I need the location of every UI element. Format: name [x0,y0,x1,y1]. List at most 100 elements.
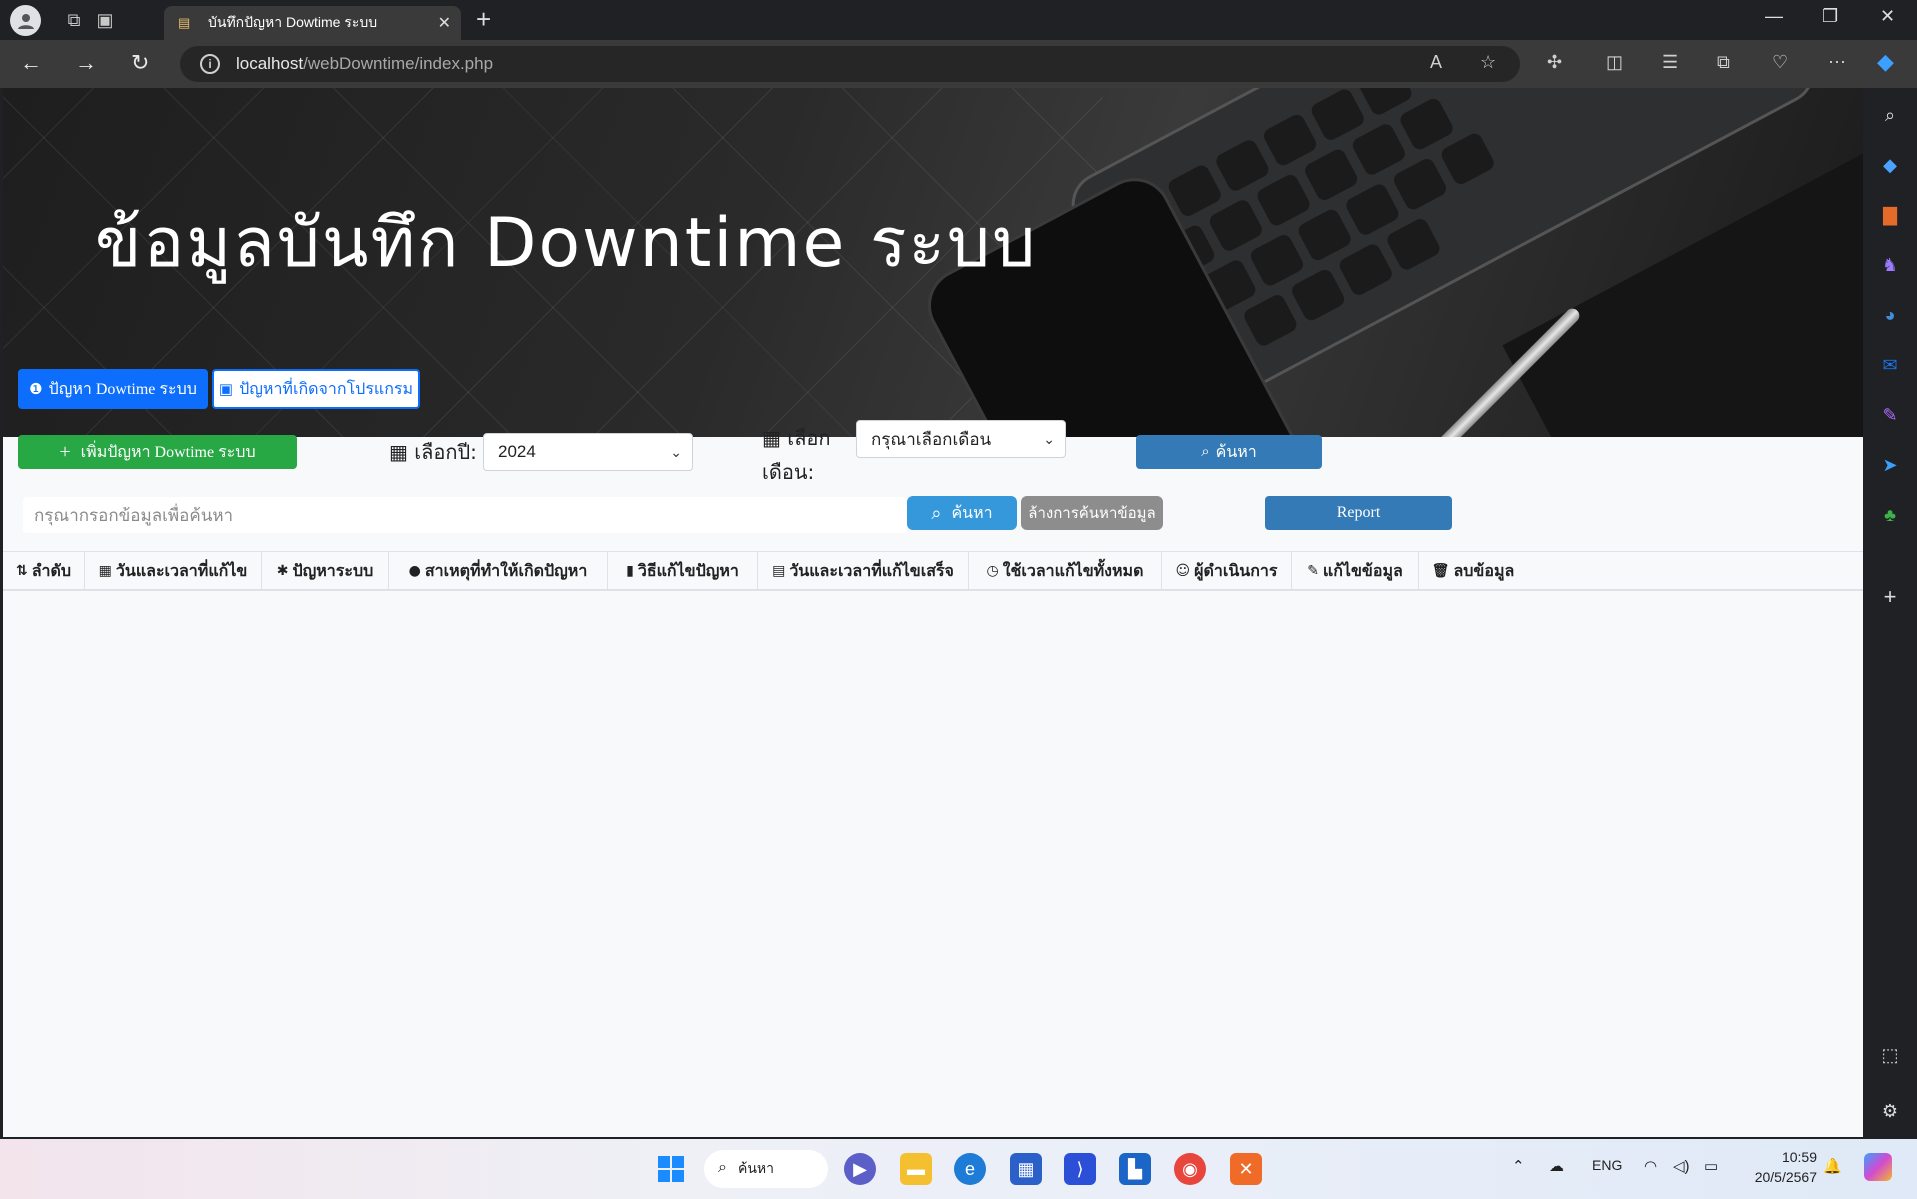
workspaces-icon[interactable]: ⧉ [62,8,86,32]
add-downtime-label: เพิ่มปัญหา Dowtime ระบบ [80,443,256,461]
start-icon[interactable] [655,1153,687,1185]
close-window-icon[interactable]: ✕ [1880,6,1895,27]
profile-icon[interactable] [10,5,41,36]
restore-icon[interactable]: ❐ [1822,6,1838,27]
taskbar-clock[interactable]: 10:59 20/5/2567 [1741,1147,1817,1187]
sidebar-tools-icon[interactable]: ▇ [1879,204,1901,226]
search-icon: ⌕ [718,1159,727,1176]
more-menu-icon[interactable]: ⋯ [1828,52,1846,73]
tray-chevron-icon[interactable]: ⌃ [1512,1157,1525,1175]
sidebar-send-icon[interactable]: ➤ [1879,454,1901,476]
sidebar-games-icon[interactable]: ♞ [1879,254,1901,276]
search-icon: ⌕ [1201,444,1210,460]
back-icon[interactable]: ← [20,50,42,76]
th-edit[interactable]: ✎ แก้ไขข้อมูล [1292,552,1419,590]
close-tab-icon[interactable]: ✕ [438,13,451,33]
th-finish-datetime[interactable]: ▤ วันและเวลาที่แก้ไขเสร็จ [758,552,969,590]
tab-system-label: ปัญหา Dowtime ระบบ [48,380,197,398]
read-aloud-icon[interactable]: A [1430,52,1442,73]
new-tab-button[interactable]: + [476,4,491,35]
th-edit-datetime[interactable]: ▦ วันและเวลาที่แก้ไข [85,552,262,590]
tab-program-issues[interactable]: ▣ ปัญหาที่เกิดจากโปรแกรม [212,369,420,409]
sidebar-tree-icon[interactable]: ♣ [1879,504,1901,526]
th-delete[interactable]: 🗑 ลบข้อมูล [1419,552,1527,590]
browser-essentials-icon[interactable]: ♡ [1772,52,1788,73]
file-explorer-icon[interactable]: ▬ [900,1153,932,1185]
taskbar-search-label: ค้นหา [738,1160,775,1176]
favorite-star-icon[interactable]: ☆ [1480,52,1496,73]
book-reader-icon: ▮ [626,563,634,579]
battery-icon[interactable]: ▭ [1704,1157,1718,1175]
site-info-icon[interactable]: i [200,54,220,74]
notification-bell-icon[interactable]: 🔔 [1823,1157,1842,1175]
filter-search-button[interactable]: ⌕ ค้นหา [1136,435,1322,469]
chevron-down-icon: ⌄ [670,444,682,460]
favorites-icon[interactable]: ☰ [1662,52,1678,73]
sidebar-shopping-icon[interactable]: ◆ [1879,154,1901,176]
browser-titlebar: ⧉ ▣ ▤ บันทึกปัญหา Dowtime ระบบ ✕ + — ❐ ✕ [0,0,1917,40]
split-screen-icon[interactable]: ◫ [1606,52,1623,73]
wifi-icon[interactable]: ◠ [1644,1157,1657,1175]
teams-chat-icon[interactable]: ▶ [844,1153,876,1185]
web-page: ข้อมูลบันทึก Downtime ระบบ ❶ ปัญหา Dowti… [3,88,1863,1137]
filter-search-label: ค้นหา [1215,443,1257,461]
sidebar-screenshot-icon[interactable]: ⬚ [1879,1044,1901,1066]
sidebar-copilot-icon[interactable]: ◕ [1879,304,1901,326]
clock-date: 20/5/2567 [1754,1169,1817,1185]
edge-icon[interactable]: e [954,1153,986,1185]
text-search-button[interactable]: ⌕ ค้นหา [907,496,1017,530]
sidebar-designer-icon[interactable]: ✎ [1879,404,1901,426]
th-order[interactable]: ⇅ ลำดับ [3,552,85,590]
exclamation-circle-icon: ● [408,563,421,579]
clear-search-label: ล้างการค้นหาข้อมูล [1028,504,1156,522]
sidebar-search-icon[interactable]: ⌕ [1879,104,1901,126]
tab-title: บันทึกปัญหา Dowtime ระบบ [208,14,378,30]
address-bar[interactable]: i localhost/webDowntime/index.php [180,46,1520,82]
month-select[interactable]: กรุณาเลือกเดือน ⌄ [856,420,1066,458]
vertical-tabs-icon[interactable]: ▣ [93,8,117,32]
clock-time: 10:59 [1781,1149,1817,1165]
volume-icon[interactable]: ◁) [1673,1157,1690,1175]
refresh-icon[interactable]: ↻ [131,50,149,76]
chrome-icon[interactable]: ◉ [1174,1153,1206,1185]
windows-taskbar: ⌕ ค้นหา ▶ ▬ e ▦ ⟩ ▙ ◉ ✕ ⌃ ☁ ENG ◠ ◁) ▭ 1… [0,1139,1917,1199]
trash-icon: 🗑 [1431,563,1450,579]
year-select[interactable]: 2024 ⌄ [483,433,693,471]
sidebar-add-icon[interactable]: + [1879,584,1901,609]
tab-program-label: ปัญหาที่เกิดจากโปรแกรม [239,380,414,398]
language-indicator[interactable]: ENG [1592,1157,1622,1173]
copilot-taskbar-icon[interactable] [1864,1153,1892,1181]
report-button[interactable]: Report [1265,496,1452,530]
vscode-icon[interactable]: ⟩ [1064,1153,1096,1185]
clear-search-button[interactable]: ล้างการค้นหาข้อมูล [1021,496,1163,530]
app-icon[interactable]: ▙ [1119,1153,1151,1185]
save-icon: ▣ [218,381,234,398]
th-total-time[interactable]: ◷ ใช้เวลาแก้ไขทั้งหมด [969,552,1162,590]
search-input[interactable]: กรุณากรอกข้อมูลเพื่อค้นหา [23,497,907,533]
calendar-icon: ▦ [389,440,408,464]
store-icon[interactable]: ▦ [1010,1153,1042,1185]
tab-system-downtime[interactable]: ❶ ปัญหา Dowtime ระบบ [18,369,208,409]
add-downtime-button[interactable]: + เพิ่มปัญหา Dowtime ระบบ [18,435,297,469]
minimize-icon[interactable]: — [1765,6,1783,27]
sidebar-outlook-icon[interactable]: ✉ [1879,354,1901,376]
copilot-icon[interactable]: ◆ [1877,49,1894,75]
xampp-icon[interactable]: ✕ [1230,1153,1262,1185]
sidebar-settings-icon[interactable]: ⚙ [1879,1100,1901,1122]
month-label: ▦ เลือก เดือน: [762,426,831,484]
browser-tab-active[interactable]: ▤ บันทึกปัญหา Dowtime ระบบ ✕ [164,6,461,40]
url-path: /webDowntime/index.php [303,54,494,73]
extensions-icon[interactable]: ✣ [1547,52,1562,73]
th-solution[interactable]: ▮ วิธีแก้ไขปัญหา [608,552,758,590]
th-system-problem[interactable]: ✱ ปัญหาระบบ [262,552,389,590]
collections-icon[interactable]: ⧉ [1717,52,1730,73]
tray-onedrive-icon[interactable]: ☁ [1549,1157,1564,1175]
table-header: ⇅ ลำดับ ▦ วันและเวลาที่แก้ไข ✱ ปัญหาระบบ ● ส… [3,551,1863,591]
th-operator[interactable]: ☺ ผู้ดำเนินการ [1162,552,1292,590]
th-cause[interactable]: ● สาเหตุที่ทำให้เกิดปัญหา [389,552,608,590]
plus-icon: + [59,440,71,463]
forward-icon[interactable]: → [75,50,97,76]
calendar-icon: ▦ [762,426,781,450]
search-icon: ⌕ [931,502,942,524]
taskbar-search[interactable]: ⌕ ค้นหา [704,1150,828,1188]
